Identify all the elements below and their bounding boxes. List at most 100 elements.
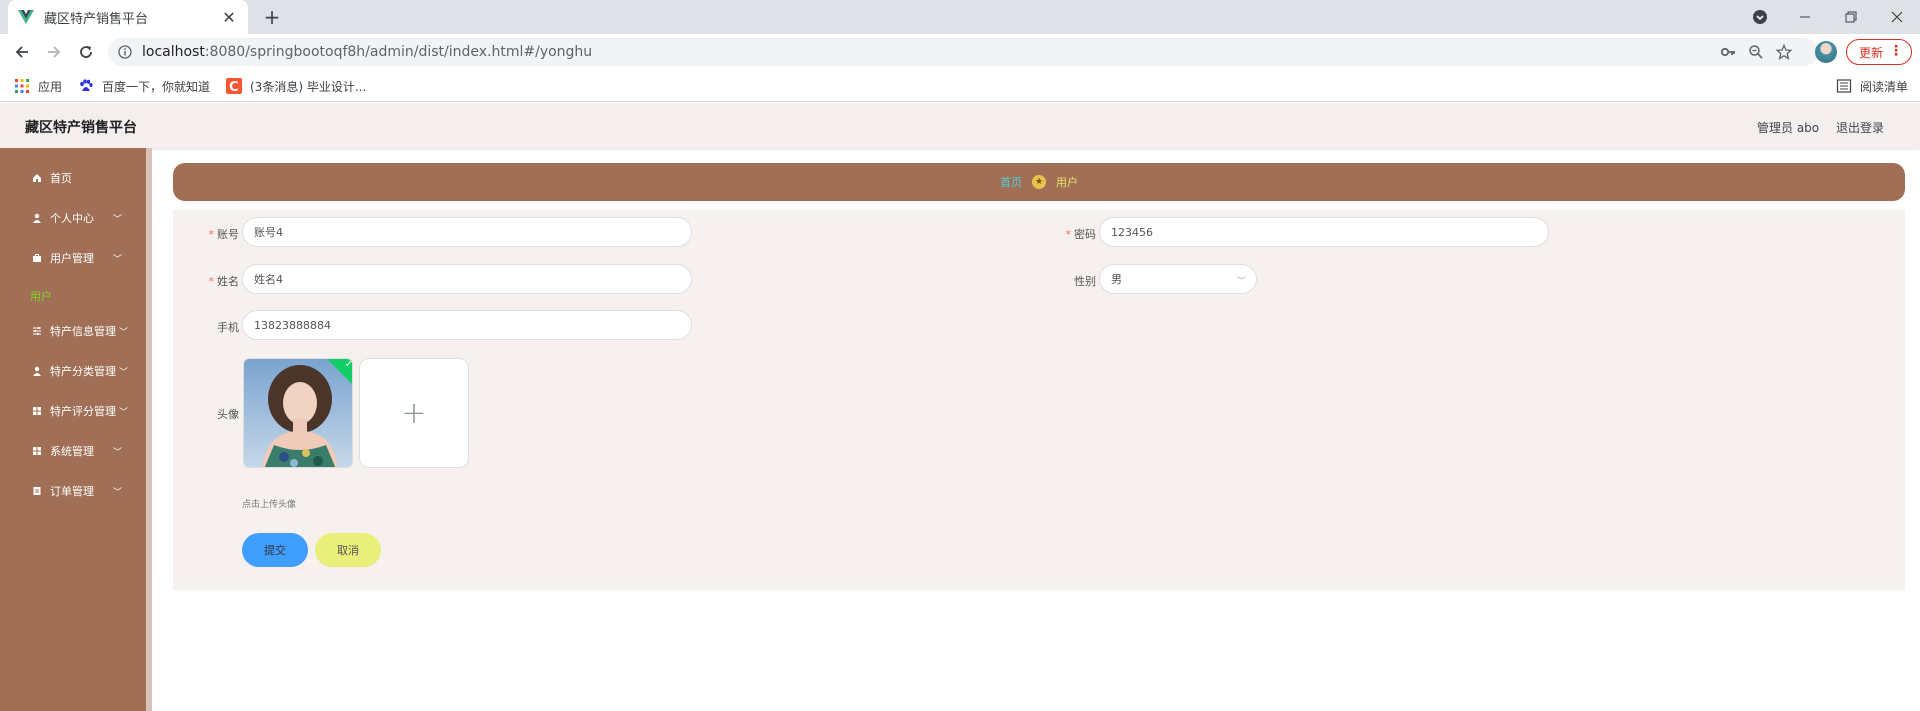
submit-button[interactable]: 提交 <box>242 533 308 567</box>
reload-icon[interactable] <box>74 40 98 64</box>
update-button[interactable]: 更新 ⋮ <box>1846 39 1912 65</box>
account-input[interactable]: 账号4 <box>242 217 692 247</box>
sidebar-item-orders[interactable]: 订单管理 ﹀ <box>0 471 146 511</box>
sidebar-item-system[interactable]: 系统管理 ﹀ <box>0 431 146 471</box>
avatar-photo <box>244 359 352 467</box>
minimize-icon[interactable] <box>1782 0 1828 34</box>
avatar-upload-button[interactable]: + <box>359 358 469 468</box>
upload-tip: 点击上传头像 <box>242 500 297 510</box>
back-icon[interactable] <box>10 40 34 64</box>
bookmark-label: 百度一下，你就知道 <box>102 79 211 94</box>
sidebar-item-home[interactable]: 首页 <box>0 158 146 198</box>
chevron-down-icon: ﹀ <box>112 215 122 225</box>
address-bar[interactable]: localhost:8080/springbootoqf8h/admin/dis… <box>108 38 1818 66</box>
star-icon[interactable] <box>1776 44 1792 60</box>
grid-icon <box>33 447 41 455</box>
bookmark-baidu[interactable]: 百度一下，你就知道 <box>78 77 210 95</box>
zoom-icon[interactable] <box>1748 44 1764 60</box>
chevron-down-icon: ﹀ <box>118 368 128 378</box>
browser-tab[interactable]: 藏区特产销售平台 ✕ <box>8 0 248 34</box>
breadcrumb-current: 用户 <box>1056 176 1078 189</box>
key-icon[interactable] <box>1720 44 1736 60</box>
home-icon <box>33 174 41 182</box>
account-label: * 账号 <box>208 228 240 241</box>
svg-text:C: C <box>229 80 239 94</box>
gender-label: 性别 <box>1074 275 1096 288</box>
avatar-label: 头像 <box>217 408 239 421</box>
tab-search-icon[interactable] <box>1737 0 1783 34</box>
briefcase-icon <box>33 254 41 262</box>
baidu-paw-icon <box>80 79 93 91</box>
phone-label: 手机 <box>217 321 239 334</box>
sidebar-item-profile[interactable]: 个人中心 ﹀ <box>0 198 146 238</box>
bookmarks-bar: 应用 百度一下，你就知道 C (3条消息) 毕业设计... 阅读清单 <box>0 70 1920 102</box>
sidebar-item-label: 系统管理 <box>50 445 94 458</box>
password-label: * 密码 <box>1065 228 1097 241</box>
apps-grid-icon <box>15 79 29 93</box>
close-window-icon[interactable] <box>1874 0 1920 34</box>
gender-value: 男 <box>1111 273 1122 286</box>
chevron-down-icon: ﹀ <box>118 408 128 418</box>
chevron-down-icon: ﹀ <box>112 255 122 265</box>
reading-list[interactable]: 阅读清单 <box>1836 77 1908 95</box>
breadcrumb: 首页 ★ 用户 <box>173 163 1905 201</box>
restore-icon[interactable] <box>1828 0 1874 34</box>
chevron-down-icon: ﹀ <box>112 488 122 498</box>
vue-logo-icon <box>18 10 34 24</box>
sidebar-item-label: 订单管理 <box>50 485 94 498</box>
profile-avatar[interactable] <box>1815 41 1837 63</box>
sidebar: 首页 个人中心 ﹀ 用户管理 ﹀ 用户 特产信息管理 ﹀ 特产分类管理 ﹀ 特产… <box>0 148 152 711</box>
user-icon <box>33 213 41 223</box>
breadcrumb-home[interactable]: 首页 <box>1000 174 1022 190</box>
user-form: * 账号 账号4 * 密码 123456 * 姓名 姓名4 性别 男 ﹀ 手机 138… <box>173 210 1905 590</box>
name-input[interactable]: 姓名4 <box>242 264 692 294</box>
tab-close-icon[interactable]: ✕ <box>220 8 238 27</box>
cancel-button[interactable]: 取消 <box>315 533 381 567</box>
sidebar-item-label: 用户管理 <box>50 252 94 265</box>
star-separator-icon: ★ <box>1032 175 1046 189</box>
update-label: 更新 <box>1859 45 1884 60</box>
sidebar-item-label: 特产评分管理 <box>50 405 116 418</box>
more-menu-icon[interactable]: ⋮ <box>1889 43 1903 59</box>
reading-list-icon <box>1836 79 1852 93</box>
info-icon[interactable] <box>118 45 132 59</box>
browser-toolbar: localhost:8080/springbootoqf8h/admin/dis… <box>0 34 1920 70</box>
logout-link[interactable]: 退出登录 <box>1836 119 1884 136</box>
bookmark-label: 应用 <box>38 79 63 94</box>
sidebar-item-label: 特产分类管理 <box>50 365 116 378</box>
sidebar-subitem-user[interactable]: 用户 <box>30 288 52 304</box>
sidebar-item-label: 特产信息管理 <box>50 325 116 338</box>
sidebar-item-label: 个人中心 <box>50 212 94 225</box>
sidebar-item-label: 首页 <box>50 172 72 185</box>
chevron-down-icon: ﹀ <box>112 448 122 458</box>
password-input[interactable]: 123456 <box>1099 217 1549 247</box>
phone-input[interactable]: 13823888884 <box>242 310 692 340</box>
document-icon <box>33 487 41 495</box>
url-path: :8080/springbootoqf8h/admin/dist/index.h… <box>204 44 593 60</box>
bookmark-csdn[interactable]: C (3条消息) 毕业设计... <box>226 77 366 95</box>
current-user: 管理员 abo <box>1757 121 1820 135</box>
forward-icon[interactable] <box>42 40 66 64</box>
bookmark-apps[interactable]: 应用 <box>14 77 62 95</box>
browser-tabstrip: 藏区特产销售平台 ✕ + <box>0 0 1920 34</box>
grid-icon <box>33 407 41 415</box>
user-icon <box>33 366 41 376</box>
gender-select[interactable]: 男 ﹀ <box>1099 264 1257 294</box>
new-tab-button[interactable]: + <box>260 5 284 29</box>
sidebar-item-products[interactable]: 特产信息管理 ﹀ <box>0 311 146 351</box>
csdn-logo-icon: C <box>226 78 242 94</box>
sidebar-item-ratings[interactable]: 特产评分管理 ﹀ <box>0 391 146 431</box>
sidebar-item-categories[interactable]: 特产分类管理 ﹀ <box>0 351 146 391</box>
name-label: * 姓名 <box>208 275 240 288</box>
reading-list-label: 阅读清单 <box>1860 79 1909 94</box>
url-host: localhost <box>142 44 205 60</box>
bookmark-label: (3条消息) 毕业设计... <box>250 79 367 94</box>
sliders-icon <box>33 327 41 335</box>
avatar-preview[interactable]: ✓ <box>243 358 353 468</box>
chevron-down-icon: ﹀ <box>118 328 128 338</box>
app-title: 藏区特产销售平台 <box>25 120 137 136</box>
tab-title: 藏区特产销售平台 <box>44 11 149 27</box>
chevron-down-icon: ﹀ <box>1236 277 1246 287</box>
sidebar-item-users[interactable]: 用户管理 ﹀ <box>0 238 146 278</box>
check-icon: ✓ <box>344 358 353 370</box>
